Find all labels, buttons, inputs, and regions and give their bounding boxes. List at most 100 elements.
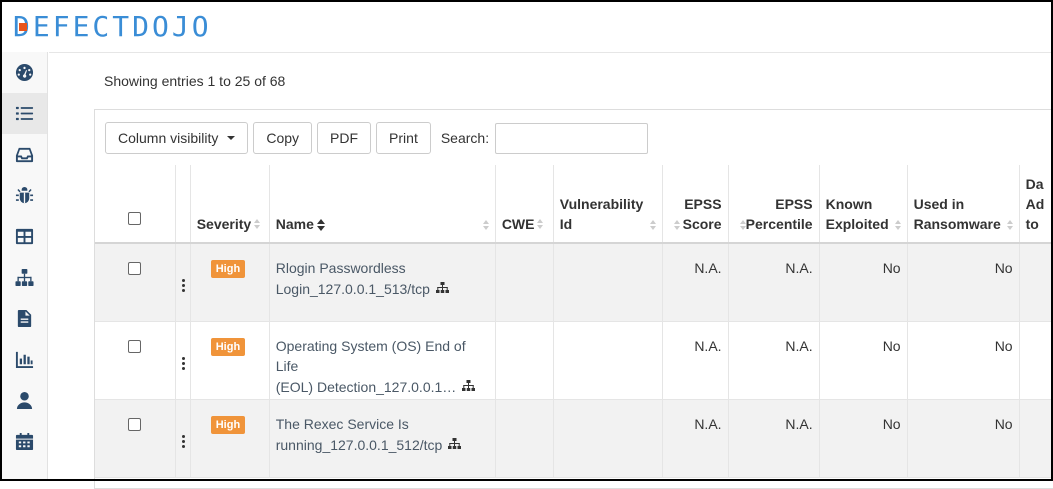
known-exploited-header[interactable]: Known Exploited [819, 165, 908, 244]
sidebar-item-users[interactable] [2, 380, 47, 421]
sitemap-icon[interactable] [448, 434, 462, 449]
column-visibility-label: Column visibility [118, 130, 219, 146]
ransomware-label-1: Used in [913, 196, 965, 212]
select-all-checkbox[interactable] [128, 212, 142, 225]
date-added-label-2: Ad [1025, 196, 1045, 212]
severity-cell: High [190, 321, 270, 400]
logo-dot-icon [19, 23, 27, 31]
sidebar-item-reports[interactable] [2, 298, 47, 339]
table-row[interactable]: High Rlogin Passwordless Login_127.0.0.1_… [95, 243, 1053, 322]
sort-icon [537, 219, 545, 231]
findings-panel: Column visibility Copy PDF Print Search: [94, 109, 1053, 489]
document-icon [17, 309, 32, 328]
calendar-icon [15, 432, 34, 451]
search-input[interactable] [495, 122, 649, 154]
sort-icon [894, 220, 903, 232]
epss-score-header[interactable]: EPSS Score [662, 165, 729, 244]
table-row[interactable]: High The Rexec Service Is running_127.0.0… [95, 399, 1053, 478]
finding-link[interactable]: Rlogin Passwordless Login_127.0.0.1_513/t… [276, 260, 430, 297]
row-select-cell [95, 399, 176, 478]
kebab-menu-icon[interactable] [181, 279, 185, 294]
column-visibility-button[interactable]: Column visibility [105, 122, 249, 154]
sort-icon [649, 220, 658, 232]
sidebar-item-findings[interactable] [2, 93, 47, 134]
table-toolbar: Column visibility Copy PDF Print Search: [105, 122, 649, 154]
sort-icon [1006, 220, 1015, 232]
sitemap-icon[interactable] [462, 376, 476, 391]
date-added-cell [1019, 399, 1053, 478]
epss-score-cell: N.A. [662, 321, 729, 400]
user-icon [16, 391, 33, 410]
row-checkbox[interactable] [128, 262, 142, 275]
vulnerability-id-label-1: Vulnerability [559, 196, 644, 212]
row-checkbox[interactable] [128, 417, 142, 431]
epss-score-cell: N.A. [662, 243, 729, 322]
epss-score-label-2: Score [682, 216, 722, 232]
name-header-label: Name [275, 216, 314, 232]
cwe-header[interactable]: CWE [495, 165, 554, 244]
used-in-ransomware-cell: No [907, 243, 1020, 322]
name-cell: The Rexec Service Is running_127.0.0.1_51… [269, 399, 496, 478]
severity-cell: High [190, 243, 270, 322]
print-button[interactable]: Print [376, 122, 431, 154]
bar-chart-icon [15, 351, 34, 369]
table-row[interactable]: High Operating System (OS) End of Life (E… [95, 321, 1053, 400]
vulnerability-id-cell [553, 321, 663, 400]
sitemap-icon[interactable] [435, 278, 449, 293]
finding-link[interactable]: Operating System (OS) End of Life (EOL) D… [276, 338, 466, 395]
cwe-cell [495, 321, 554, 400]
pdf-button[interactable]: PDF [317, 122, 372, 154]
cwe-cell [495, 399, 554, 478]
top-bar: DEFECTDOJO [0, 0, 1053, 52]
sidebar-item-metrics[interactable] [2, 339, 47, 380]
vulnerability-id-header[interactable]: Vulnerability Id [553, 165, 663, 244]
sort-active-icon [316, 219, 325, 232]
row-checkbox[interactable] [128, 339, 142, 353]
sidebar-item-dashboard[interactable] [2, 52, 47, 93]
finding-link[interactable]: The Rexec Service Is running_127.0.0.1_51… [276, 416, 443, 453]
name-header[interactable]: Name [269, 165, 496, 244]
cwe-header-label: CWE [501, 216, 535, 232]
used-in-ransomware-cell: No [907, 321, 1020, 400]
inbox-icon [15, 147, 34, 163]
severity-header[interactable]: Severity [190, 165, 270, 244]
date-added-header[interactable]: Da Ad to [1019, 165, 1053, 244]
copy-button[interactable]: Copy [253, 122, 313, 154]
known-exploited-cell: No [819, 243, 908, 322]
entries-info: Showing entries 1 to 25 of 68 [104, 73, 286, 89]
epss-percentile-header[interactable]: EPSS Percentile [728, 165, 820, 244]
severity-badge: High [210, 415, 246, 434]
sidebar-item-endpoints[interactable] [2, 257, 47, 298]
row-select-cell [95, 321, 176, 400]
search-label: Search: [440, 130, 490, 146]
dashboard-icon [15, 63, 34, 82]
kebab-menu-icon[interactable] [181, 434, 185, 450]
severity-badge: High [210, 260, 246, 278]
sort-icon [739, 220, 748, 232]
sidebar [2, 52, 48, 481]
date-added-label-3: to [1025, 216, 1039, 232]
logo-text: DEFECTDOJO [13, 10, 212, 43]
sort-icon [254, 219, 262, 231]
epss-percentile-cell: N.A. [728, 243, 820, 322]
vulnerability-id-cell [553, 243, 663, 322]
defectdojo-logo[interactable]: DEFECTDOJO [13, 12, 212, 42]
date-added-label-1: Da [1025, 176, 1044, 192]
kebab-menu-icon[interactable] [181, 356, 185, 372]
used-in-ransomware-header[interactable]: Used in Ransomware [907, 165, 1020, 244]
cwe-cell [495, 243, 554, 322]
row-select-cell [95, 243, 176, 322]
sidebar-item-bugs[interactable] [2, 175, 47, 216]
epss-percentile-label-1: EPSS [775, 196, 813, 212]
severity-header-label: Severity [196, 216, 252, 232]
sidebar-item-inbox[interactable] [2, 134, 47, 175]
findings-table: Severity Name CWE Vulnerability Id EPSS … [95, 165, 1053, 478]
date-added-cell [1019, 243, 1053, 322]
epss-score-label-1: EPSS [684, 196, 722, 212]
sidebar-item-calendar[interactable] [2, 421, 47, 462]
epss-percentile-cell: N.A. [728, 321, 820, 400]
sidebar-item-components[interactable] [2, 216, 47, 257]
table-icon [15, 228, 34, 245]
bug-icon [15, 186, 34, 204]
used-in-ransomware-cell: No [907, 399, 1020, 478]
